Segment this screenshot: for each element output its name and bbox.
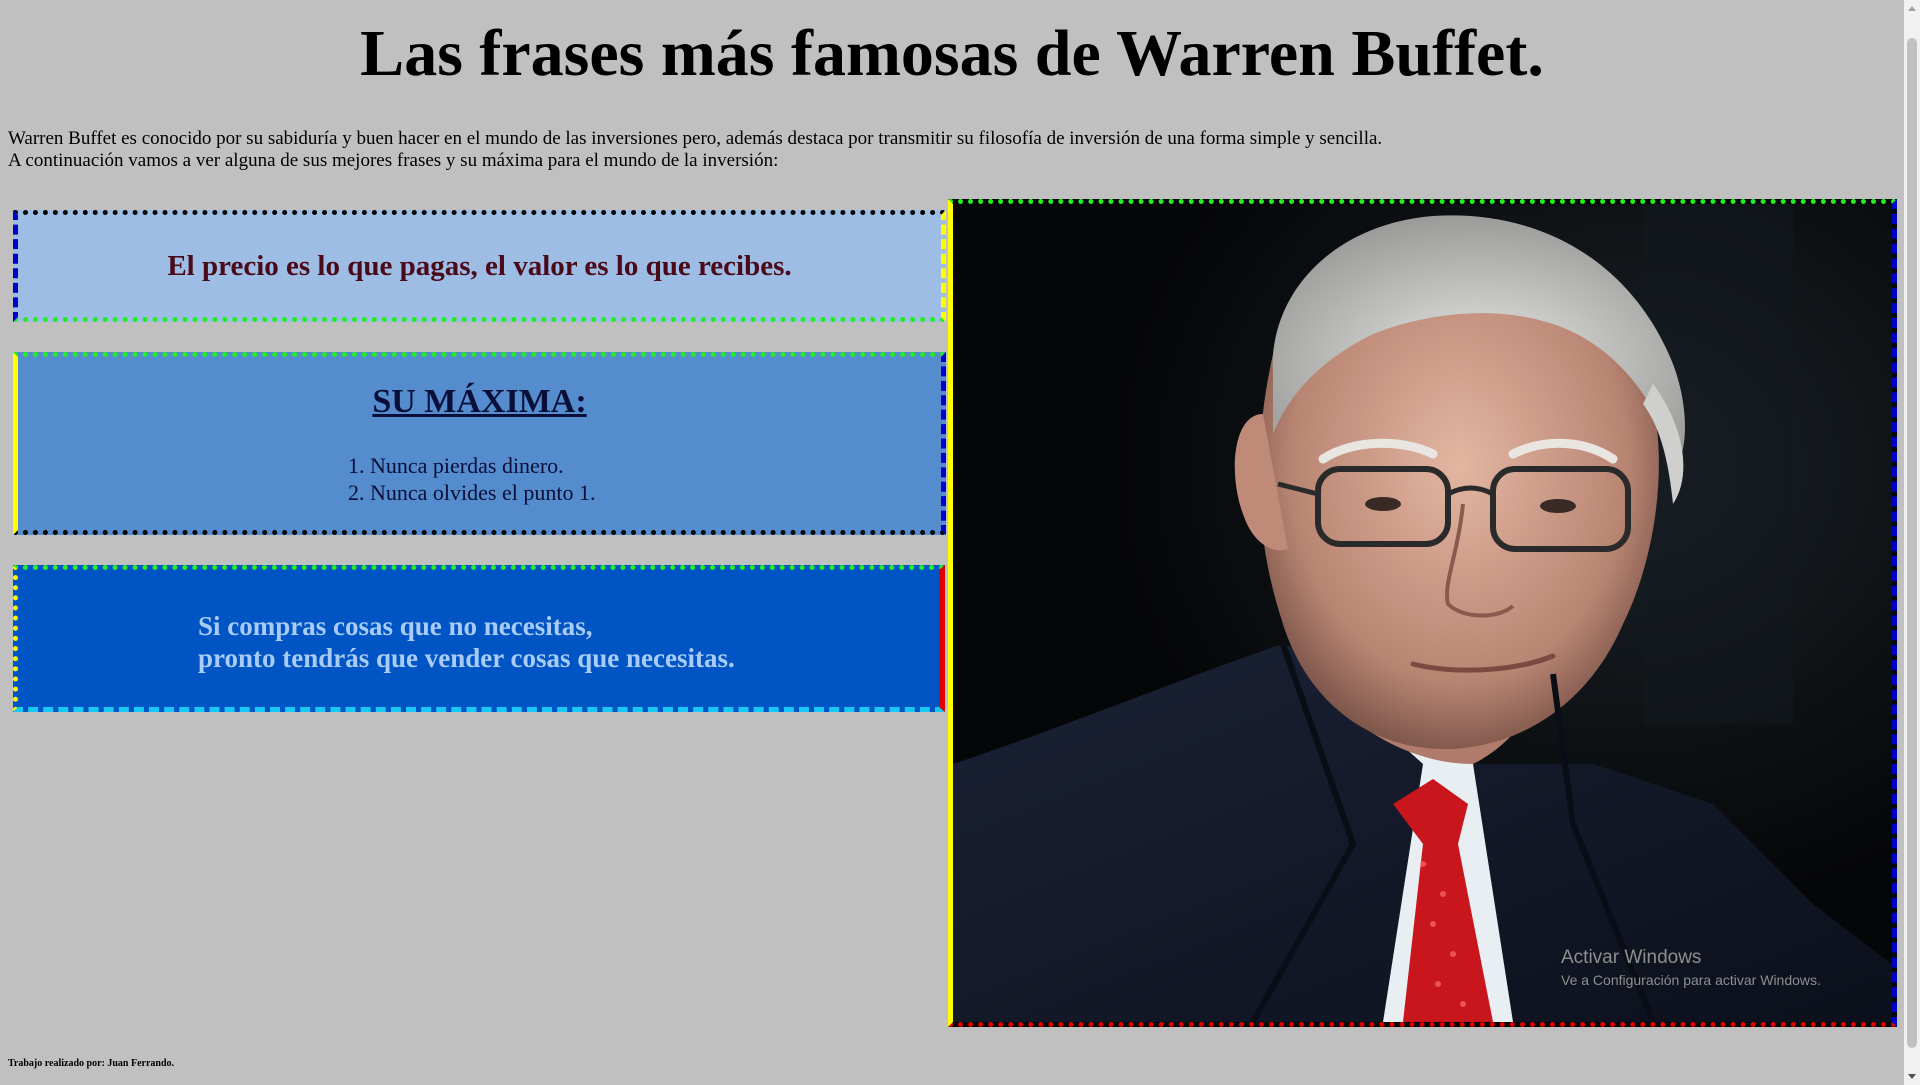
maxima-list: 1. Nunca pierdas dinero. 2. Nunca olvide…: [348, 452, 595, 506]
quote-box-buying: Si compras cosas que no necesitas, pront…: [13, 565, 945, 712]
watermark-line-2: Ve a Configuración para activar Windows.: [1561, 972, 1821, 988]
scrollbar-thumb[interactable]: [1907, 38, 1917, 1048]
page-title: Las frases más famosas de Warren Buffet.: [360, 17, 1544, 90]
vertical-scrollbar[interactable]: [1904, 0, 1920, 1085]
page: Las frases más famosas de Warren Buffet.…: [0, 0, 1904, 1085]
quote-box-price-value: El precio es lo que pagas, el valor es l…: [13, 210, 946, 322]
intro-line-2: A continuación vamos a ver alguna de sus…: [8, 150, 779, 171]
maxima-box: SU MÁXIMA: 1. Nunca pierdas dinero. 2. N…: [13, 352, 946, 535]
quote-buying-line-1: Si compras cosas que no necesitas,: [198, 611, 593, 641]
intro-line-1: Warren Buffet es conocido por su sabidur…: [8, 128, 1383, 149]
portrait-image: [948, 199, 1897, 1027]
footer-credit: Trabajo realizado por: Juan Ferrando.: [8, 1058, 175, 1069]
list-item: 1. Nunca pierdas dinero.: [348, 453, 564, 478]
quote-buying: Si compras cosas que no necesitas, pront…: [198, 610, 735, 674]
intro-text: Warren Buffet es conocido por su sabidur…: [8, 128, 1382, 172]
scroll-down-arrow-icon[interactable]: [1908, 1074, 1916, 1079]
maxima-heading: SU MÁXIMA:: [372, 383, 587, 420]
scroll-up-arrow-icon[interactable]: [1908, 6, 1916, 11]
windows-activation-watermark: Activar Windows Ve a Configuración para …: [1561, 946, 1821, 990]
quote-price-value: El precio es lo que pagas, el valor es l…: [167, 249, 792, 282]
list-item: 2. Nunca olvides el punto 1.: [348, 480, 596, 505]
portrait-illustration: [953, 204, 1892, 1022]
quote-buying-line-2: pronto tendrás que vender cosas que nece…: [198, 643, 735, 673]
watermark-line-1: Activar Windows: [1561, 947, 1702, 968]
